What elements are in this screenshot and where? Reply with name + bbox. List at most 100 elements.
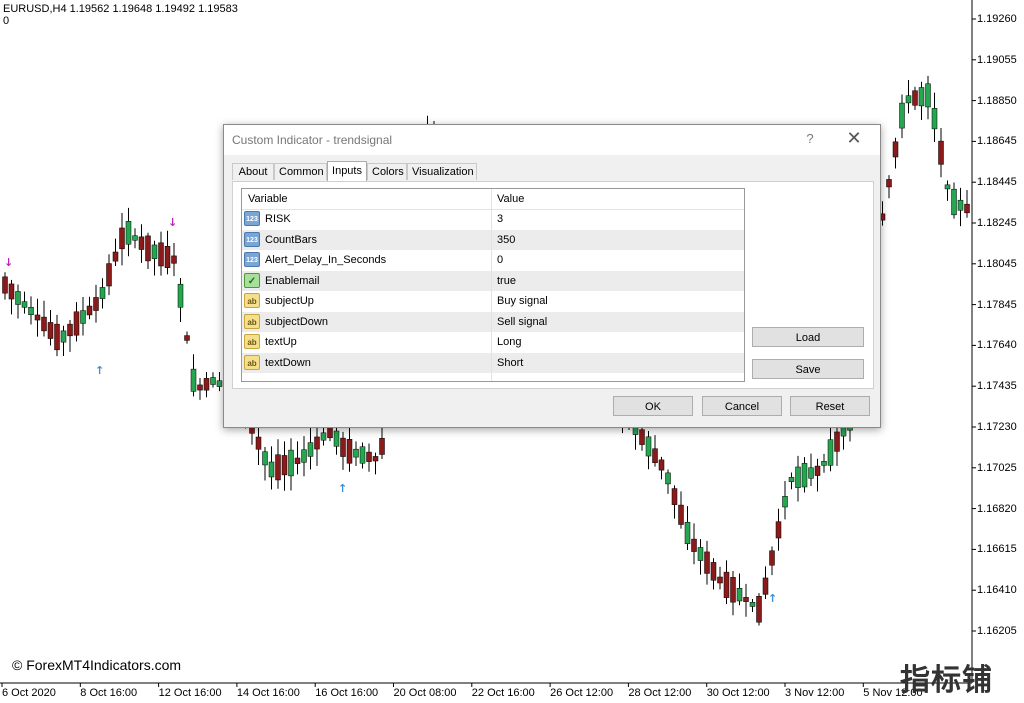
string-type-icon: ab [244, 313, 260, 329]
bear-candle [294, 457, 301, 464]
bull-candle [60, 330, 67, 343]
bear-candle [710, 562, 717, 581]
row-variable: CountBars [265, 233, 317, 246]
tab-colors[interactable]: Colors [367, 163, 407, 180]
bull-candle [28, 307, 34, 315]
bear-candle [106, 263, 112, 287]
bear-candle [340, 437, 346, 457]
row-value[interactable]: true [497, 275, 516, 287]
bull-candle [359, 446, 366, 464]
row-variable: RISK [265, 213, 291, 225]
bull-candle [80, 310, 86, 324]
table-row[interactable]: ab subjectDown Sell signal [242, 311, 744, 332]
load-button[interactable]: Load [752, 327, 864, 347]
bear-candle [671, 488, 678, 505]
sell-arrow-icon: ↓ [4, 256, 13, 269]
bear-candle [756, 596, 762, 623]
table-row[interactable]: ab subjectUp Buy signal [242, 291, 744, 311]
column-separator[interactable] [491, 189, 492, 381]
bear-candle [86, 305, 93, 316]
tab-inputs[interactable]: Inputs [327, 161, 367, 181]
tab-common[interactable]: Common [274, 163, 327, 180]
bear-candle [639, 429, 645, 445]
table-row[interactable]: ab textUp Long [242, 332, 744, 352]
row-value[interactable]: Short [497, 357, 523, 369]
bear-candle [34, 314, 41, 321]
reset-button[interactable]: Reset [790, 396, 870, 416]
table-row[interactable]: ✓ Enablemail true [242, 270, 744, 291]
bull-candle [333, 430, 340, 447]
bull-candle [684, 521, 691, 545]
table-row[interactable]: 123 CountBars 350 [242, 229, 744, 250]
row-value[interactable]: 350 [497, 234, 515, 246]
row-variable: textUp [265, 336, 297, 348]
bear-candle [119, 227, 125, 250]
bear-candle [93, 297, 99, 311]
buy-arrow-icon: ↑ [338, 482, 347, 495]
bear-candle [47, 322, 54, 339]
close-button[interactable]: ✕ [844, 128, 864, 149]
bull-candle [177, 283, 184, 308]
ok-button[interactable]: OK [613, 396, 693, 416]
bull-candle [665, 472, 671, 485]
time-label: 22 Oct 16:00 [471, 687, 535, 699]
bear-candle [67, 323, 73, 337]
tab-visualization[interactable]: Visualization [407, 163, 477, 180]
bull-candle [957, 199, 964, 211]
row-variable: Enablemail [265, 274, 320, 287]
bull-candle [320, 432, 327, 441]
table-row[interactable]: 123 Alert_Delay_In_Seconds 0 [242, 250, 744, 270]
bull-candle [645, 436, 652, 457]
string-type-icon: ab [244, 334, 260, 349]
price-label: 1.18645 [977, 135, 1017, 148]
row-value[interactable]: Long [497, 336, 521, 348]
price-label: 1.17435 [977, 380, 1017, 393]
bull-candle [151, 244, 158, 259]
table-row[interactable]: 123 RISK 3 [242, 209, 744, 229]
time-label: 20 Oct 08:00 [393, 687, 457, 699]
dialog-titlebar[interactable]: Custom Indicator - trendsignal ? ✕ [224, 125, 880, 155]
help-button[interactable]: ? [802, 131, 818, 146]
bull-candle [307, 442, 314, 457]
bull-candle [736, 588, 743, 602]
bull-candle [801, 463, 808, 488]
bear-candle [964, 203, 970, 214]
table-row[interactable]: ab textDown Short [242, 352, 744, 373]
bull-candle [190, 368, 197, 392]
row-value[interactable]: 3 [497, 213, 503, 225]
price-label: 1.18245 [977, 217, 1017, 229]
bull-candle [353, 448, 359, 458]
bear-candle [892, 141, 899, 158]
save-button[interactable]: Save [752, 359, 864, 379]
row-value[interactable]: Buy signal [497, 295, 548, 307]
bear-candle [730, 577, 736, 603]
bear-candle [814, 465, 821, 476]
brand-logo: 指标铺 [900, 663, 993, 698]
bear-candle [8, 283, 15, 300]
bear-candle [197, 384, 203, 391]
bull-candle [216, 380, 223, 387]
row-value[interactable]: 0 [497, 254, 503, 266]
tab-about[interactable]: About [232, 163, 274, 180]
column-header-variable[interactable]: Variable [248, 193, 288, 205]
bear-candle [938, 140, 944, 165]
chart-info: EURUSD,H4 1.19562 1.19648 1.19492 1.1958… [3, 3, 238, 27]
bear-candle [73, 311, 80, 336]
watermark: © ForexMT4Indicators.com [12, 657, 182, 673]
price-label: 1.19260 [977, 13, 1017, 25]
number-type-icon: 123 [244, 252, 260, 267]
bear-candle [281, 455, 288, 476]
row-variable: textDown [265, 356, 311, 369]
row-value[interactable]: Sell signal [497, 316, 547, 328]
symbol-line: EURUSD,H4 1.19562 1.19648 1.19492 1.1958… [3, 3, 238, 15]
bear-candle [372, 456, 379, 462]
bull-candle [899, 102, 905, 129]
price-label: 1.16820 [977, 502, 1017, 515]
inputs-table: Variable Value 123 RISK 3 123 CountBars 350 12… [241, 188, 745, 382]
bull-candle [268, 461, 275, 478]
cancel-button[interactable]: Cancel [702, 396, 782, 416]
bear-candle [723, 571, 730, 598]
column-header-value[interactable]: Value [497, 193, 524, 205]
time-label: 16 Oct 16:00 [315, 687, 379, 699]
bear-candle [275, 454, 281, 481]
